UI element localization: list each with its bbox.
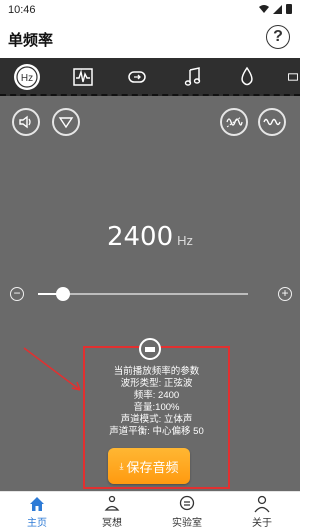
- music-note-icon: [184, 67, 201, 86]
- params-volume: 音量:100%: [133, 402, 180, 413]
- nav-home-label: 主页: [27, 518, 47, 529]
- status-time: 10:46: [8, 4, 36, 16]
- main-panel: 2400 Hz − + 当前播放频率的参数 波形类型: 正弦波 频率: 2400 …: [0, 96, 300, 491]
- signal-icon: [273, 4, 282, 14]
- params-title: 当前播放频率的参数: [113, 366, 200, 377]
- frequency-unit: Hz: [177, 233, 194, 248]
- waveform-monitor-icon: [73, 68, 93, 86]
- droplet-icon: [241, 66, 253, 86]
- sweep-button[interactable]: [220, 108, 248, 136]
- params-balance: 声道平衡: 中心偏移 50: [109, 426, 204, 437]
- frequency-value: 2400: [106, 222, 174, 252]
- save-audio-label: 保存音频: [126, 459, 179, 475]
- home-icon: [30, 497, 44, 511]
- battery-icon: [286, 4, 292, 14]
- nav-about[interactable]: 关于: [237, 495, 287, 529]
- tab-waveform[interactable]: [70, 64, 96, 90]
- tab-hz[interactable]: Hz: [14, 64, 40, 90]
- params-waveform: 波形类型: 正弦波: [120, 378, 193, 389]
- help-button[interactable]: ?: [266, 25, 290, 49]
- params-channel-mode: 声道模式: 立体声: [120, 414, 193, 425]
- wifi-icon: [259, 5, 269, 13]
- nav-lab-label: 实验室: [172, 518, 202, 529]
- tab-bar: Hz: [0, 58, 300, 96]
- slider-thumb[interactable]: [56, 287, 71, 301]
- tab-loop[interactable]: [124, 64, 150, 90]
- nav-lab[interactable]: 实验室: [162, 495, 212, 529]
- increase-button[interactable]: +: [278, 287, 292, 301]
- decrease-button[interactable]: −: [10, 287, 24, 301]
- annotation-arrow: [23, 347, 81, 391]
- nav-about-label: 关于: [252, 518, 272, 529]
- frequency-display: 2400 Hz: [0, 222, 300, 252]
- toggle-bar: [145, 347, 155, 352]
- tab-hz-label: Hz: [21, 73, 33, 84]
- volume-button[interactable]: [12, 108, 40, 136]
- down-button[interactable]: [52, 108, 80, 136]
- download-icon: ⤓: [119, 460, 124, 471]
- waveform-button[interactable]: [258, 108, 286, 136]
- save-audio-button[interactable]: ⤓ 保存音频: [108, 448, 190, 484]
- partial-tab-icon: [288, 73, 298, 81]
- params-frequency: 频率: 2400: [133, 390, 180, 401]
- status-bar: 10:46: [0, 0, 300, 20]
- person-icon: [254, 495, 270, 513]
- page-title: 单频率: [8, 32, 54, 49]
- nav-home[interactable]: 主页: [12, 495, 62, 529]
- sweep-wave-icon: [226, 116, 243, 128]
- speaker-icon: [19, 115, 31, 129]
- nav-meditation[interactable]: 冥想: [87, 495, 137, 529]
- sine-wave-icon: [263, 118, 281, 126]
- tab-music[interactable]: [180, 64, 206, 90]
- lab-icon: [179, 495, 195, 511]
- tab-droplet[interactable]: [234, 64, 260, 90]
- meditation-icon: [104, 495, 120, 511]
- app-header: 单频率 ?: [0, 20, 300, 56]
- system-icons: [259, 4, 292, 14]
- frequency-slider: − +: [10, 284, 292, 304]
- center-toggle-button[interactable]: [139, 338, 161, 360]
- triangle-down-icon: [58, 117, 74, 129]
- tab-more[interactable]: [286, 64, 300, 90]
- hz-icon: Hz: [16, 66, 38, 88]
- loop-icon: [128, 71, 146, 83]
- nav-meditation-label: 冥想: [102, 518, 122, 529]
- bottom-nav: 主页 冥想 实验室 关于: [0, 491, 300, 531]
